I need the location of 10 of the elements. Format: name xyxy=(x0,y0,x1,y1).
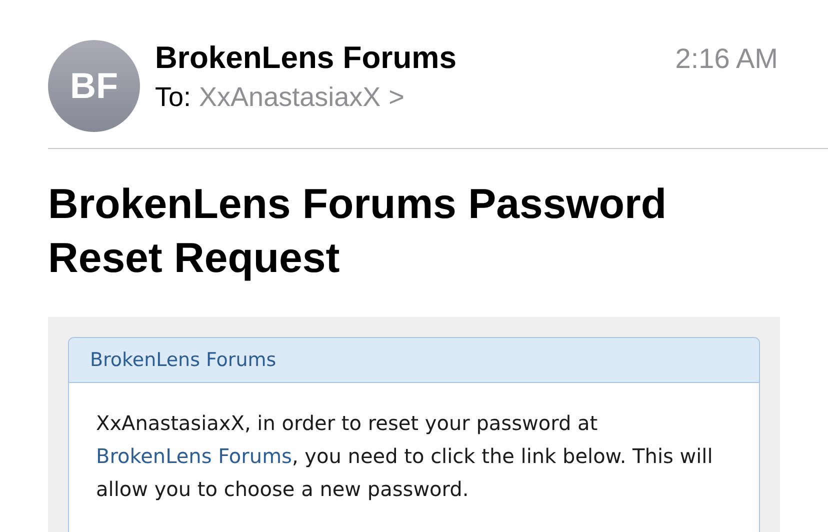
message-text: XxAnastasiaxX, in order to reset your password at BrokenLens Forums, you need to click the link below. This will allow you to choose a new password. xyxy=(96,410,714,503)
forum-link[interactable]: BrokenLens Forums xyxy=(96,444,292,468)
card-title: BrokenLens Forums xyxy=(90,349,276,371)
received-time: 2:16 AM xyxy=(675,43,778,75)
to-label: To: xyxy=(155,82,192,113)
recipient-name[interactable]: XxAnastasiaxX xyxy=(199,82,381,113)
chevron-icon[interactable]: > xyxy=(388,82,404,113)
sender-avatar: BF xyxy=(48,40,140,132)
email-subject: BrokenLens Forums Password Reset Request xyxy=(48,179,668,283)
sender-name: BrokenLens Forums xyxy=(155,40,456,76)
